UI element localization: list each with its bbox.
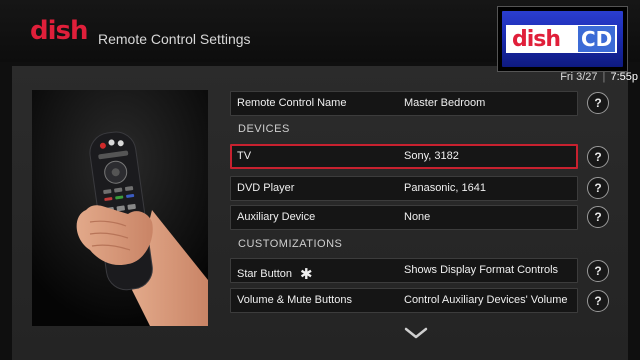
- star-button-help-button[interactable]: ?: [587, 260, 609, 282]
- device-auxiliary-label: Auxiliary Device: [237, 211, 316, 223]
- remote-control-name-label: Remote Control Name: [237, 97, 347, 109]
- channel-logo: dish CD: [497, 6, 628, 72]
- customization-volume-mute-label: Volume & Mute Buttons: [237, 294, 352, 306]
- screen: dish Remote Control Settings Remote Cont…: [0, 0, 640, 360]
- devices-section-header: DEVICES: [238, 123, 290, 135]
- customizations-section-header: CUSTOMIZATIONS: [238, 238, 343, 250]
- date-text: Fri 3/27: [560, 71, 598, 83]
- device-dvd-player-value: Panasonic, 1641: [404, 182, 486, 194]
- chevron-down-icon[interactable]: [404, 326, 428, 340]
- device-auxiliary-value: None: [404, 211, 431, 223]
- date-time-separator: |: [602, 71, 606, 83]
- customization-row-star-button[interactable]: Star Button ✱ Shows Display Format Contro…: [230, 258, 578, 283]
- device-dvd-player-help-button[interactable]: ?: [587, 177, 609, 199]
- star-button-label-text: Star Button: [237, 268, 293, 280]
- page-title: Remote Control Settings: [98, 31, 251, 47]
- channel-logo-brand: dish: [512, 27, 561, 52]
- settings-panel: Remote Control Name Master Bedroom ? DEV…: [12, 66, 628, 360]
- device-auxiliary-help-button[interactable]: ?: [587, 206, 609, 228]
- dish-logo: dish: [30, 16, 89, 46]
- remote-in-hand-image: [32, 90, 208, 326]
- customization-row-volume-mute[interactable]: Volume & Mute Buttons Control Auxiliary …: [230, 288, 578, 313]
- channel-logo-suffix: CD: [578, 26, 616, 52]
- device-row-dvd-player[interactable]: DVD Player Panasonic, 1641: [230, 176, 578, 201]
- customization-star-button-label: Star Button ✱: [237, 265, 313, 283]
- volume-mute-help-button[interactable]: ?: [587, 290, 609, 312]
- device-row-auxiliary[interactable]: Auxiliary Device None: [230, 205, 578, 230]
- device-tv-value: Sony, 3182: [404, 150, 459, 162]
- asterisk-icon: ✱: [300, 266, 313, 283]
- time-text: 7:55p: [610, 71, 638, 83]
- remote-control-name-value: Master Bedroom: [404, 97, 486, 109]
- customization-star-button-value: Shows Display Format Controls: [404, 264, 559, 276]
- remote-control-name-row[interactable]: Remote Control Name Master Bedroom: [230, 91, 578, 116]
- customization-volume-mute-value: Control Auxiliary Devices' Volume: [404, 294, 568, 306]
- remote-control-name-help-button[interactable]: ?: [587, 92, 609, 114]
- device-row-tv[interactable]: TV Sony, 3182: [230, 144, 578, 169]
- date-time: Fri 3/27 | 7:55p: [528, 72, 638, 83]
- device-tv-help-button[interactable]: ?: [587, 146, 609, 168]
- device-dvd-player-label: DVD Player: [237, 182, 295, 194]
- device-tv-label: TV: [237, 150, 252, 162]
